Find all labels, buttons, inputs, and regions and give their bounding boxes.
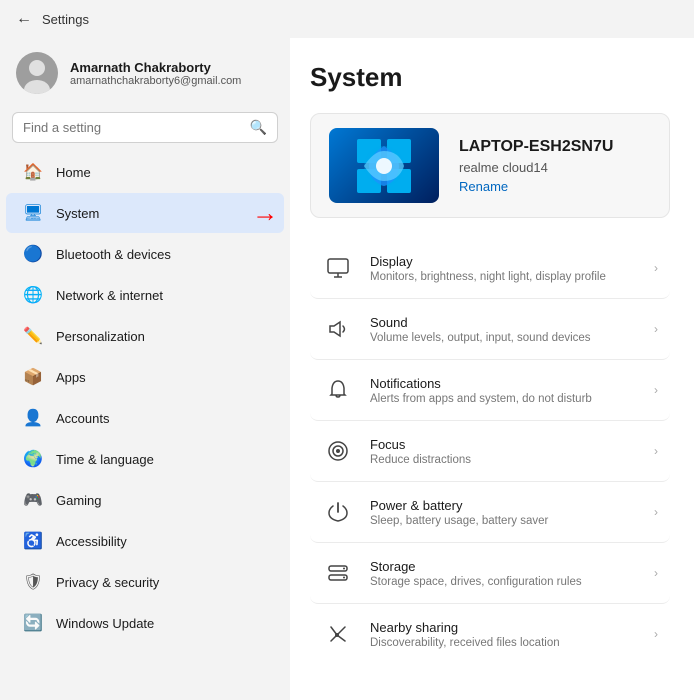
settings-list: Display Monitors, brightness, night light… <box>310 238 670 664</box>
chevron-right-icon: › <box>654 627 658 641</box>
privacy-icon: 🛡 <box>22 571 44 593</box>
accounts-icon: 👤 <box>22 407 44 429</box>
device-card: LAPTOP-ESH2SN7U realme cloud14 Rename <box>310 113 670 218</box>
device-thumbnail <box>329 128 439 203</box>
sidebar-item-accounts[interactable]: 👤 Accounts <box>6 398 284 438</box>
power-title: Power & battery <box>370 498 548 513</box>
sidebar-item-label-privacy: Privacy & security <box>56 575 159 590</box>
sidebar-item-label-accessibility: Accessibility <box>56 534 127 549</box>
notifications-desc: Alerts from apps and system, do not dist… <box>370 393 592 405</box>
sidebar-item-home[interactable]: 🏠 Home <box>6 152 284 192</box>
sidebar-item-update[interactable]: 🔄 Windows Update <box>6 603 284 643</box>
home-icon: 🏠 <box>22 161 44 183</box>
focus-icon <box>322 435 354 467</box>
sound-desc: Volume levels, output, input, sound devi… <box>370 332 591 344</box>
sidebar-item-apps[interactable]: 📦 Apps <box>6 357 284 397</box>
title-bar: ← Settings <box>0 0 694 38</box>
sidebar-item-label-gaming: Gaming <box>56 493 102 508</box>
sidebar-item-label-accounts: Accounts <box>56 411 109 426</box>
back-button[interactable]: ← <box>16 10 32 28</box>
user-profile[interactable]: Amarnath Chakraborty amarnathchakraborty… <box>0 38 290 108</box>
sidebar-item-time[interactable]: 🌍 Time & language <box>6 439 284 479</box>
sidebar-item-privacy[interactable]: 🛡 Privacy & security <box>6 562 284 602</box>
chevron-right-icon: › <box>654 444 658 458</box>
sidebar-item-bluetooth[interactable]: 🔵 Bluetooth & devices <box>6 234 284 274</box>
apps-icon: 📦 <box>22 366 44 388</box>
chevron-right-icon: › <box>654 322 658 336</box>
notifications-text: Notifications Alerts from apps and system… <box>370 376 592 405</box>
nearby-icon <box>322 618 354 650</box>
avatar <box>16 52 58 94</box>
personalization-icon: ✏️ <box>22 325 44 347</box>
sidebar-item-personalization[interactable]: ✏️ Personalization <box>6 316 284 356</box>
gaming-icon: 🎮 <box>22 489 44 511</box>
time-icon: 🌍 <box>22 448 44 470</box>
settings-item-power[interactable]: Power & battery Sleep, battery usage, bat… <box>310 482 670 543</box>
chevron-right-icon: › <box>654 566 658 580</box>
storage-title: Storage <box>370 559 582 574</box>
sidebar-item-label-update: Windows Update <box>56 616 154 631</box>
display-text: Display Monitors, brightness, night light… <box>370 254 606 283</box>
storage-text: Storage Storage space, drives, configurat… <box>370 559 582 588</box>
user-name: Amarnath Chakraborty <box>70 60 241 75</box>
user-email: amarnathchakraborty6@gmail.com <box>70 75 241 87</box>
focus-title: Focus <box>370 437 471 452</box>
sidebar-item-label-apps: Apps <box>56 370 86 385</box>
search-box: 🔍 <box>12 112 278 143</box>
sidebar-item-accessibility[interactable]: ♿ Accessibility <box>6 521 284 561</box>
bluetooth-icon: 🔵 <box>22 243 44 265</box>
nearby-title: Nearby sharing <box>370 620 560 635</box>
sidebar-item-gaming[interactable]: 🎮 Gaming <box>6 480 284 520</box>
settings-item-sound[interactable]: Sound Volume levels, output, input, sound… <box>310 299 670 360</box>
sound-title: Sound <box>370 315 591 330</box>
power-desc: Sleep, battery usage, battery saver <box>370 515 548 527</box>
chevron-right-icon: › <box>654 261 658 275</box>
sidebar-item-label-home: Home <box>56 165 91 180</box>
sidebar-item-label-system: System <box>56 206 99 221</box>
red-arrow-annotation: → <box>252 198 278 229</box>
page-title: System <box>310 62 670 93</box>
content-area: System LAPTO <box>290 38 694 700</box>
search-input[interactable] <box>23 120 242 135</box>
settings-item-focus[interactable]: Focus Reduce distractions › <box>310 421 670 482</box>
sidebar: Amarnath Chakraborty amarnathchakraborty… <box>0 38 290 700</box>
sound-text: Sound Volume levels, output, input, sound… <box>370 315 591 344</box>
storage-desc: Storage space, drives, configuration rul… <box>370 576 582 588</box>
display-icon <box>322 252 354 284</box>
notifications-title: Notifications <box>370 376 592 391</box>
display-title: Display <box>370 254 606 269</box>
nav-list: 🏠 Home 🖥 System → 🔵 Bluetooth & devices 🌐 Networ… <box>0 151 290 644</box>
settings-item-display[interactable]: Display Monitors, brightness, night light… <box>310 238 670 299</box>
focus-text: Focus Reduce distractions <box>370 437 471 466</box>
chevron-right-icon: › <box>654 383 658 397</box>
network-icon: 🌐 <box>22 284 44 306</box>
sidebar-item-label-time: Time & language <box>56 452 154 467</box>
chevron-right-icon: › <box>654 505 658 519</box>
accessibility-icon: ♿ <box>22 530 44 552</box>
display-desc: Monitors, brightness, night light, displ… <box>370 271 606 283</box>
sidebar-item-network[interactable]: 🌐 Network & internet <box>6 275 284 315</box>
sidebar-item-system[interactable]: 🖥 System → <box>6 193 284 233</box>
sidebar-item-label-bluetooth: Bluetooth & devices <box>56 247 171 262</box>
power-text: Power & battery Sleep, battery usage, bat… <box>370 498 548 527</box>
notifications-icon <box>322 374 354 406</box>
sidebar-item-label-network: Network & internet <box>56 288 163 303</box>
nearby-desc: Discoverability, received files location <box>370 637 560 649</box>
sound-icon <box>322 313 354 345</box>
search-icon: 🔍 <box>250 119 267 136</box>
focus-desc: Reduce distractions <box>370 454 471 466</box>
settings-item-notifications[interactable]: Notifications Alerts from apps and system… <box>310 360 670 421</box>
power-icon <box>322 496 354 528</box>
update-icon: 🔄 <box>22 612 44 634</box>
system-icon: 🖥 <box>22 202 44 224</box>
nearby-text: Nearby sharing Discoverability, received … <box>370 620 560 649</box>
title-bar-text: Settings <box>42 12 89 27</box>
settings-item-storage[interactable]: Storage Storage space, drives, configurat… <box>310 543 670 604</box>
storage-icon <box>322 557 354 589</box>
settings-item-nearby[interactable]: Nearby sharing Discoverability, received … <box>310 604 670 664</box>
device-name: LAPTOP-ESH2SN7U <box>459 138 613 156</box>
sidebar-item-label-personalization: Personalization <box>56 329 145 344</box>
device-model: realme cloud14 <box>459 160 613 175</box>
rename-link[interactable]: Rename <box>459 179 613 194</box>
